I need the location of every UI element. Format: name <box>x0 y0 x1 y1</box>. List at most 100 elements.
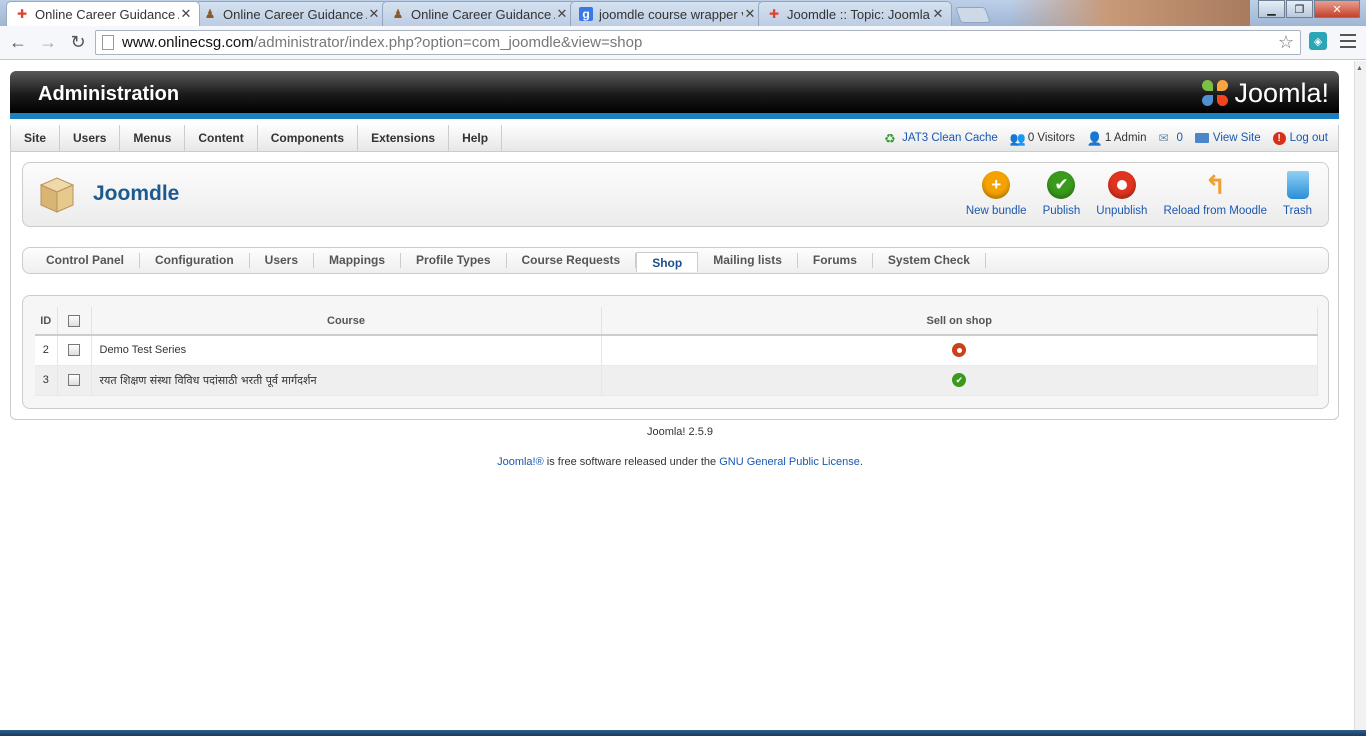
component-toolbar: Joomdle + New bundle ✔ Publish Unpublish… <box>22 162 1329 227</box>
row-id: 2 <box>35 335 58 366</box>
visitors-count: 0 Visitors <box>1027 132 1075 144</box>
reload-label: Reload from Moodle <box>1163 205 1268 217</box>
tab-title: Joomdle :: Topic: Joomla c <box>787 6 931 22</box>
publish-button[interactable]: ✔ Publish <box>1035 171 1089 217</box>
monitor-icon <box>1194 133 1209 143</box>
menu-site[interactable]: Site <box>11 125 61 151</box>
back-icon[interactable]: ← <box>6 32 30 53</box>
unpublish-icon <box>1107 171 1136 199</box>
person-icon: ♟ <box>392 7 404 21</box>
close-icon[interactable]: ✕ <box>931 6 945 22</box>
trash-button[interactable]: Trash <box>1275 171 1320 217</box>
user-icon: 👤 <box>1086 130 1104 146</box>
reload-arrow-icon: ↰ <box>1204 169 1227 200</box>
visitors-status: 👥 0 Visitors <box>1010 132 1075 145</box>
scroll-up-icon[interactable]: ▲ <box>1356 65 1363 72</box>
component-submenu: Control Panel Configuration Users Mappin… <box>22 247 1329 274</box>
browser-tab-3[interactable]: ♟ Online Career Guidance A ✕ <box>382 1 576 26</box>
logout-label: Log out <box>1289 132 1328 144</box>
forward-icon[interactable]: → <box>36 32 60 53</box>
browser-tab-4[interactable]: g joomdle course wrapper v ✕ <box>570 1 764 26</box>
submenu-mappings[interactable]: Mappings <box>314 253 402 268</box>
menu-extensions[interactable]: Extensions <box>358 125 450 151</box>
page-scrollbar[interactable]: ▲ <box>1354 61 1366 731</box>
menu-users[interactable]: Users <box>60 125 121 151</box>
extension-icon[interactable]: ◈ <box>1309 32 1327 50</box>
close-icon[interactable]: ✕ <box>179 6 193 22</box>
maximize-icon[interactable]: ❐ <box>1286 0 1313 18</box>
submenu-users[interactable]: Users <box>250 253 315 268</box>
bookmark-star-icon[interactable]: ☆ <box>1278 32 1294 53</box>
table-row: 3 रयत शिक्षण संस्था विविध पदांसाठी भरती … <box>35 365 1318 396</box>
shop-table: ID Course Sell on shop 2 Demo Test Serie… <box>35 307 1318 396</box>
gpl-link[interactable]: GNU General Public License <box>719 456 860 468</box>
menu-menus[interactable]: Menus <box>120 125 186 151</box>
tab-title: Online Career Guidance A <box>35 6 179 22</box>
tab-list: ✚ Online Career Guidance A ✕ ♟ Online Ca… <box>6 1 991 26</box>
browser-menu-icon[interactable] <box>1340 34 1356 48</box>
page-icon <box>102 35 114 50</box>
submenu-shop[interactable]: Shop <box>636 251 699 272</box>
new-bundle-label: New bundle <box>965 205 1027 217</box>
admin-header: Administration Joomla! <box>10 71 1339 119</box>
window-controls: ▁ ❐ ✕ <box>1258 0 1360 18</box>
browser-tab-2[interactable]: ♟ Online Career Guidance A ✕ <box>194 1 388 26</box>
col-select-all <box>57 307 92 336</box>
menu-help[interactable]: Help <box>449 125 503 151</box>
minimize-icon[interactable]: ▁ <box>1258 0 1285 18</box>
menu-content[interactable]: Content <box>185 125 258 151</box>
package-box-icon <box>39 175 75 213</box>
clean-cache-link[interactable]: ♻ JAT3 Clean Cache <box>884 132 998 145</box>
select-all-checkbox[interactable] <box>68 314 80 327</box>
col-course[interactable]: Course <box>91 307 602 336</box>
close-icon[interactable]: ✕ <box>367 6 381 22</box>
close-icon[interactable]: ✕ <box>743 6 757 22</box>
messages-status[interactable]: ✉ 0 <box>1158 131 1183 145</box>
joomla-icon: ✚ <box>768 7 780 21</box>
row-checkbox[interactable] <box>68 344 80 357</box>
joomla-link[interactable]: Joomla!® <box>497 456 544 468</box>
page-viewport: Administration Joomla! Site Users Menus … <box>0 61 1354 731</box>
reload-icon[interactable]: ↻ <box>66 32 90 53</box>
col-sell-on-shop[interactable]: Sell on shop <box>601 307 1318 336</box>
browser-tab-5[interactable]: ✚ Joomdle :: Topic: Joomla c ✕ <box>758 1 952 26</box>
submenu-mailing-lists[interactable]: Mailing lists <box>698 253 798 268</box>
content-area: Joomdle + New bundle ✔ Publish Unpublish… <box>10 152 1339 420</box>
reload-from-moodle-button[interactable]: ↰ Reload from Moodle <box>1155 169 1275 218</box>
address-bar[interactable]: www.onlinecsg.com/administrator/index.ph… <box>95 30 1301 55</box>
tab-title: Online Career Guidance A <box>411 6 555 22</box>
view-site-link[interactable]: View Site <box>1194 132 1261 144</box>
messages-count: 0 <box>1176 132 1183 144</box>
published-check-icon[interactable]: ✔ <box>952 373 967 387</box>
submenu-course-requests[interactable]: Course Requests <box>507 253 637 268</box>
browser-tab-1[interactable]: ✚ Online Career Guidance A ✕ <box>6 1 200 26</box>
trash-icon <box>1286 171 1309 199</box>
unpublished-status-icon[interactable] <box>952 343 967 358</box>
joomla-logo-icon <box>1202 79 1230 108</box>
col-id[interactable]: ID <box>35 307 58 336</box>
url-host: www.onlinecsg.com <box>122 34 254 51</box>
unpublish-button[interactable]: Unpublish <box>1088 171 1155 217</box>
tab-title: joomdle course wrapper v <box>599 6 743 22</box>
row-checkbox[interactable] <box>68 374 80 386</box>
row-course: Demo Test Series <box>91 335 602 366</box>
logout-link[interactable]: ! Log out <box>1272 131 1328 145</box>
submenu-system-check[interactable]: System Check <box>873 253 986 268</box>
submenu-forums[interactable]: Forums <box>798 253 873 268</box>
person-icon: ♟ <box>204 7 216 21</box>
close-icon[interactable]: ✕ <box>555 6 569 22</box>
new-tab-button[interactable] <box>955 7 991 23</box>
users-icon: 👥 <box>1009 130 1027 146</box>
joomla-logo-text: Joomla! <box>1234 78 1329 108</box>
menu-components[interactable]: Components <box>258 125 359 151</box>
admin-count: 1 Admin <box>1104 132 1147 144</box>
submenu-profile-types[interactable]: Profile Types <box>401 253 507 268</box>
submenu-configuration[interactable]: Configuration <box>140 253 250 268</box>
browser-tabstrip: ✚ Online Career Guidance A ✕ ♟ Online Ca… <box>0 0 1366 26</box>
submenu-control-panel[interactable]: Control Panel <box>31 253 141 268</box>
row-id: 3 <box>35 365 58 396</box>
new-bundle-button[interactable]: + New bundle <box>958 171 1035 217</box>
recycle-icon: ♻ <box>884 130 896 146</box>
window-close-icon[interactable]: ✕ <box>1314 0 1360 18</box>
browser-toolbar: ← → ↻ www.onlinecsg.com/administrator/in… <box>0 26 1366 60</box>
